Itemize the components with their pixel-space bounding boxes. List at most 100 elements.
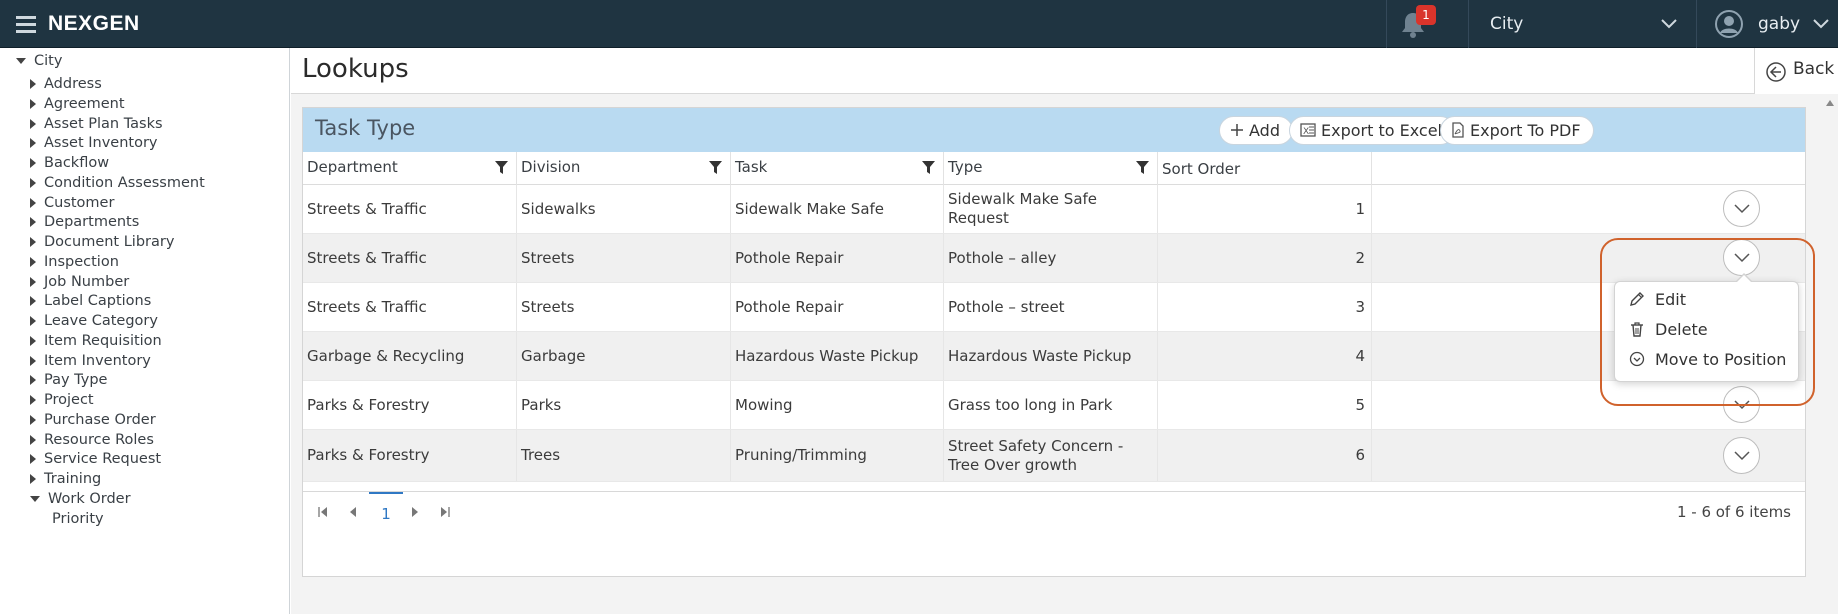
app-logo[interactable]: NEXGEN bbox=[48, 12, 140, 36]
collapse-caret-icon[interactable] bbox=[30, 454, 36, 465]
cell-type: Grass too long in Park bbox=[944, 381, 1158, 429]
collapse-caret-icon[interactable] bbox=[30, 237, 36, 247]
tree-node-label: Agreement bbox=[44, 95, 125, 112]
trash-icon bbox=[1631, 322, 1643, 337]
back-label: Back bbox=[1793, 59, 1835, 79]
column-header-actions bbox=[1372, 152, 1805, 185]
tree-node[interactable]: Label Captions bbox=[30, 290, 151, 312]
tree-node[interactable]: Job Number bbox=[30, 271, 129, 293]
tree-node[interactable]: Condition Assessment bbox=[30, 172, 205, 194]
tree-node-city[interactable]: City bbox=[16, 51, 62, 71]
next-page-icon[interactable] bbox=[405, 502, 425, 522]
tree-node-work-order[interactable]: Work Order bbox=[30, 488, 131, 510]
collapse-caret-icon[interactable] bbox=[30, 138, 36, 149]
row-actions-button[interactable] bbox=[1723, 386, 1760, 423]
collapse-caret-icon[interactable] bbox=[30, 414, 36, 425]
column-header-department[interactable]: Department bbox=[303, 152, 517, 185]
collapse-caret-icon[interactable] bbox=[30, 276, 36, 287]
pager-info: 1 - 6 of 6 items bbox=[1676, 503, 1791, 521]
tree-node[interactable]: Backflow bbox=[30, 152, 109, 174]
add-button[interactable]: Add bbox=[1219, 116, 1293, 145]
tree-node[interactable]: Asset Plan Tasks bbox=[30, 113, 163, 135]
tree-node[interactable]: Inspection bbox=[30, 251, 119, 273]
row-actions-button[interactable] bbox=[1723, 190, 1760, 227]
column-header-task[interactable]: Task bbox=[731, 152, 944, 185]
cell-department: Garbage & Recycling bbox=[303, 332, 517, 380]
collapse-caret-icon[interactable] bbox=[30, 335, 36, 346]
scroll-up-arrow-icon[interactable] bbox=[1826, 100, 1834, 106]
tree-node-label: Job Number bbox=[44, 273, 130, 290]
collapse-caret-icon[interactable] bbox=[30, 474, 36, 484]
page-header: Lookups Back bbox=[291, 48, 1838, 94]
tree-node[interactable]: Asset Inventory bbox=[30, 132, 158, 154]
collapse-caret-icon[interactable] bbox=[30, 197, 36, 208]
export-excel-button[interactable]: X Export to Excel bbox=[1289, 116, 1455, 145]
column-header-label: Task bbox=[735, 158, 768, 176]
tree-leaf-priority[interactable]: Priority bbox=[52, 508, 104, 530]
cell-department: Streets & Traffic bbox=[303, 185, 517, 233]
collapse-caret-icon[interactable] bbox=[30, 355, 36, 366]
row-actions-button[interactable] bbox=[1723, 239, 1760, 276]
tree-node[interactable]: Agreement bbox=[30, 93, 125, 115]
table-row[interactable]: Streets & Traffic Sidewalks Sidewalk Mak… bbox=[303, 185, 1805, 234]
collapse-caret-icon[interactable] bbox=[30, 316, 36, 326]
expand-caret-icon[interactable] bbox=[16, 58, 26, 64]
page-number-current[interactable]: 1 bbox=[369, 492, 403, 534]
table-row[interactable]: Streets & Traffic Streets Pothole Repair… bbox=[303, 234, 1805, 283]
tree-node[interactable]: Leave Category bbox=[30, 310, 158, 332]
tree-node[interactable]: Service Request bbox=[30, 448, 161, 470]
menu-item-edit[interactable]: Edit bbox=[1629, 288, 1686, 312]
collapse-caret-icon[interactable] bbox=[30, 79, 36, 89]
filter-icon[interactable] bbox=[495, 161, 508, 175]
table-row[interactable]: Garbage & Recycling Garbage Hazardous Wa… bbox=[303, 332, 1805, 381]
collapse-caret-icon[interactable] bbox=[30, 118, 36, 129]
column-header-type[interactable]: Type bbox=[944, 152, 1158, 185]
tree-node[interactable]: Item Requisition bbox=[30, 330, 162, 352]
collapse-caret-icon[interactable] bbox=[30, 395, 36, 405]
tree-node[interactable]: Address bbox=[30, 73, 102, 95]
last-page-icon[interactable] bbox=[435, 502, 455, 522]
cell-division: Sidewalks bbox=[517, 185, 731, 233]
collapse-caret-icon[interactable] bbox=[30, 217, 36, 228]
collapse-caret-icon[interactable] bbox=[30, 98, 36, 109]
export-excel-label: Export to Excel bbox=[1321, 121, 1442, 140]
column-header-label: Division bbox=[521, 158, 581, 176]
hamburger-menu-icon[interactable] bbox=[16, 16, 36, 34]
back-button[interactable]: Back bbox=[1754, 48, 1838, 94]
tree-node[interactable]: Customer bbox=[30, 192, 114, 214]
user-menu[interactable]: gaby bbox=[1700, 0, 1838, 48]
tree-node-label: Address bbox=[44, 76, 102, 92]
tree-node[interactable]: Pay Type bbox=[30, 369, 107, 391]
tree-node[interactable]: Document Library bbox=[30, 231, 174, 253]
previous-page-icon[interactable] bbox=[343, 502, 363, 522]
collapse-caret-icon[interactable] bbox=[30, 158, 36, 168]
tree-node[interactable]: Departments bbox=[30, 211, 139, 233]
tree-node[interactable]: Purchase Order bbox=[30, 409, 156, 431]
column-header-division[interactable]: Division bbox=[517, 152, 731, 185]
collapse-caret-icon[interactable] bbox=[30, 177, 36, 188]
cell-task: Pothole Repair bbox=[731, 234, 944, 282]
table-row[interactable]: Parks & Forestry Trees Pruning/Trimming … bbox=[303, 430, 1805, 482]
city-select[interactable]: City bbox=[1470, 0, 1690, 48]
expand-caret-icon[interactable] bbox=[30, 495, 40, 502]
menu-item-delete[interactable]: Delete bbox=[1629, 318, 1708, 342]
table-row[interactable]: Parks & Forestry Parks Mowing Grass too … bbox=[303, 381, 1805, 430]
export-pdf-button[interactable]: Export To PDF bbox=[1440, 116, 1594, 145]
filter-icon[interactable] bbox=[922, 161, 935, 175]
table-row[interactable]: Streets & Traffic Streets Pothole Repair… bbox=[303, 283, 1805, 332]
tree-node[interactable]: Item Inventory bbox=[30, 350, 151, 372]
tree-node[interactable]: Resource Roles bbox=[30, 429, 154, 451]
menu-item-move-to-position[interactable]: Move to Position bbox=[1629, 348, 1786, 372]
collapse-caret-icon[interactable] bbox=[30, 256, 36, 267]
tree-node[interactable]: Project bbox=[30, 389, 94, 411]
column-header-label: Sort Order bbox=[1162, 160, 1241, 178]
row-actions-button[interactable] bbox=[1723, 437, 1760, 474]
tree-node[interactable]: Training bbox=[30, 468, 101, 490]
collapse-caret-icon[interactable] bbox=[30, 434, 36, 445]
first-page-icon[interactable] bbox=[313, 502, 333, 522]
collapse-caret-icon[interactable] bbox=[30, 375, 36, 386]
collapse-caret-icon[interactable] bbox=[30, 296, 36, 307]
filter-icon[interactable] bbox=[709, 161, 722, 175]
filter-icon[interactable] bbox=[1136, 161, 1149, 175]
column-header-sort-order[interactable]: Sort Order bbox=[1158, 152, 1372, 185]
